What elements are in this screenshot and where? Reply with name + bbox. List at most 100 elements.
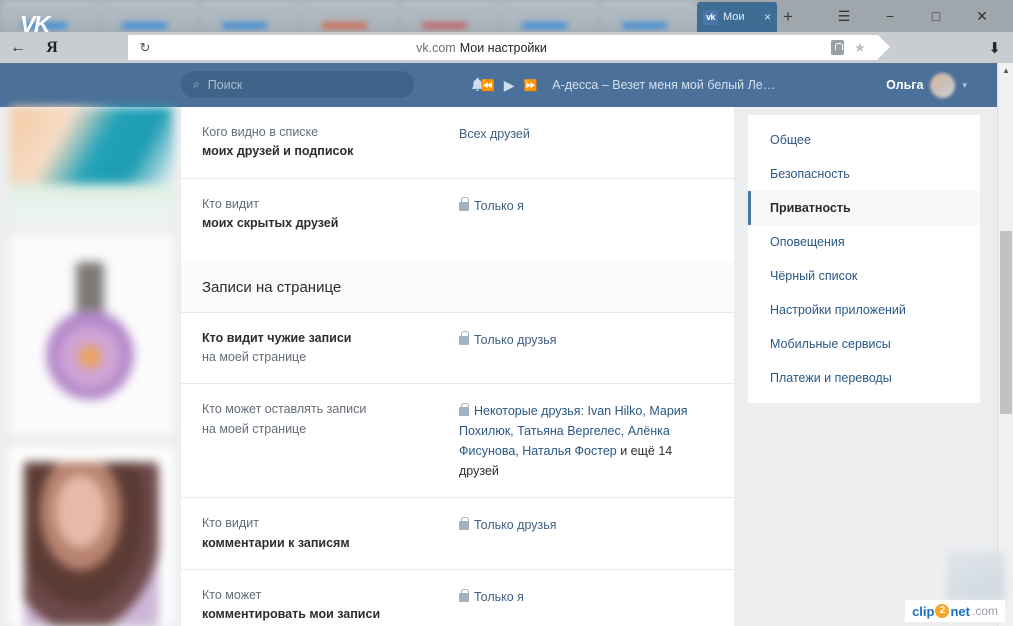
bookmark-star-icon[interactable]: ★ — [854, 40, 870, 56]
setting-value[interactable]: Некоторые друзья: Ivan Hilko, Мария Похи… — [459, 400, 713, 481]
background-tab[interactable] — [400, 0, 500, 32]
blurred-product-image — [40, 262, 140, 402]
player-track-title[interactable]: А-десса – Везет меня мой белый Ле… — [552, 78, 775, 92]
background-tab[interactable] — [300, 0, 400, 32]
setting-row-highlighted[interactable]: Кто может комментировать мои записи Толь… — [181, 570, 734, 626]
vk-search-box[interactable]: ⌕ Поиск — [181, 71, 414, 98]
background-tabs[interactable] — [0, 0, 700, 32]
maximize-icon[interactable]: □ — [913, 0, 959, 32]
address-bar-text: vk.com Мои настройки — [132, 41, 831, 55]
avatar — [930, 72, 956, 98]
privacy-card-top: Кого видно в списке моих друзей и подпис… — [181, 107, 734, 250]
setting-row[interactable]: Кто может оставлять записи на моей стран… — [181, 384, 734, 499]
setting-value[interactable]: Только друзья — [459, 514, 713, 535]
setting-value-text: Только друзья — [474, 518, 557, 533]
sidebar-item-privatnost[interactable]: Приватность — [748, 191, 980, 225]
setting-value[interactable]: Всех друзей — [459, 123, 713, 144]
setting-value[interactable]: Только я — [459, 586, 713, 607]
left-sidebar-blurred — [10, 107, 173, 626]
posts-privacy-card: Записи на странице Кто видит чужие запис… — [181, 261, 734, 626]
vk-audio-player: ⏪ ▶ ⏩ А-десса – Везет меня мой белый Ле… — [481, 63, 775, 107]
browser-url-bar: ← Я ↻ vk.com Мои настройки ★ ⬇ — [0, 32, 1013, 63]
sidebar-item-mobilnye-servisy[interactable]: Мобильные сервисы — [748, 327, 980, 361]
background-tab[interactable] — [100, 0, 200, 32]
blurred-person-photo — [24, 462, 159, 626]
setting-label: Кто видит комментарии к записям — [202, 514, 459, 553]
vk-logo-icon[interactable]: VK — [20, 11, 50, 38]
close-tab-icon[interactable]: × — [764, 11, 771, 23]
sidebar-item-label: Приватность — [770, 201, 851, 215]
lock-icon — [459, 197, 469, 211]
sidebar-item-chernyy-spisok[interactable]: Чёрный список — [748, 259, 980, 293]
setting-value-prefix: Некоторые друзья: — [474, 404, 585, 419]
active-browser-tab[interactable]: vk Мои × — [697, 2, 777, 32]
background-tab[interactable] — [200, 0, 300, 32]
setting-label-line2: моих друзей и подписок — [202, 144, 354, 159]
setting-label: Кто может оставлять записи на моей стран… — [202, 400, 459, 439]
setting-row[interactable]: Кто видит чужие записи на моей странице … — [181, 313, 734, 385]
settings-nav-sidebar: Общее Безопасность Приватность Оповещени… — [748, 115, 980, 403]
close-window-icon[interactable]: ✕ — [959, 0, 1005, 32]
search-placeholder: Поиск — [207, 77, 243, 92]
vk-user-menu[interactable]: Ольга ▾ — [886, 63, 967, 107]
watermark-blurred-backdrop — [947, 552, 1005, 600]
background-tab[interactable] — [500, 0, 600, 32]
window-controls: ☰ − □ ✕ — [821, 0, 1005, 32]
watermark-part-com: .com — [971, 604, 998, 618]
chevron-down-icon[interactable]: ▾ — [962, 80, 967, 91]
background-tab[interactable] — [600, 0, 700, 32]
blurred-image-top — [10, 107, 173, 184]
ssl-lock-icon[interactable] — [831, 40, 844, 55]
clip2net-watermark: clip 2 net .com — [905, 600, 1005, 622]
setting-value[interactable]: Только друзья — [459, 329, 713, 350]
sidebar-item-obshchee[interactable]: Общее — [748, 123, 980, 157]
new-tab-icon[interactable]: + — [783, 8, 793, 25]
setting-label-line1: Кто видит — [202, 516, 259, 531]
back-icon[interactable]: ← — [0, 39, 36, 57]
sidebar-item-nastroyki-prilozheniy[interactable]: Настройки приложений — [748, 293, 980, 327]
scroll-up-arrow-icon[interactable]: ▲ — [998, 63, 1013, 78]
sidebar-item-label: Платежи и переводы — [770, 371, 892, 385]
background-tab[interactable] — [0, 0, 100, 32]
lock-icon — [459, 402, 469, 417]
watermark-part-clip: clip — [912, 603, 935, 619]
page-body: Кого видно в списке моих друзей и подпис… — [0, 107, 1013, 626]
setting-label-line1: Кто может — [202, 588, 262, 602]
setting-label-line2: на моей странице — [202, 349, 307, 364]
setting-row[interactable]: Кто видит комментарии к записям Только д… — [181, 498, 734, 570]
scrollbar-thumb[interactable] — [1000, 231, 1012, 414]
search-icon: ⌕ — [193, 77, 200, 91]
browser-menu-icon[interactable]: ☰ — [821, 0, 867, 32]
sidebar-item-opoveshcheniya[interactable]: Оповещения — [748, 225, 980, 259]
address-bar[interactable]: ↻ vk.com Мои настройки ★ — [128, 35, 890, 60]
page-scrollbar[interactable]: ▲ — [997, 63, 1013, 626]
lock-icon — [459, 588, 469, 602]
setting-label-line2: комментарии к записям — [202, 535, 350, 550]
sidebar-item-platezhi-i-perevody[interactable]: Платежи и переводы — [748, 361, 980, 395]
setting-label-line2: комментировать мои записи — [202, 607, 381, 622]
player-prev-icon[interactable]: ⏪ — [481, 79, 495, 92]
sidebar-item-label: Чёрный список — [770, 269, 858, 283]
setting-label-line1: Кто видит чужие записи — [202, 330, 352, 345]
setting-row[interactable]: Кого видно в списке моих друзей и подпис… — [181, 107, 734, 179]
download-icon[interactable]: ⬇ — [988, 39, 1001, 57]
settings-content: Кого видно в списке моих друзей и подпис… — [181, 107, 734, 626]
setting-label: Кто видит моих скрытых друзей — [202, 195, 459, 234]
player-next-icon[interactable]: ⏩ — [523, 79, 537, 92]
sidebar-item-bezopasnost[interactable]: Безопасность — [748, 157, 980, 191]
setting-label: Кого видно в списке моих друзей и подпис… — [202, 123, 459, 162]
setting-value[interactable]: Только я — [459, 195, 713, 216]
lock-icon — [459, 516, 469, 531]
section-title: Записи на странице — [181, 261, 734, 313]
setting-label-line1: Кого видно в списке — [202, 125, 319, 139]
minimize-icon[interactable]: − — [867, 0, 913, 32]
yandex-logo-icon[interactable]: Я — [36, 39, 68, 57]
setting-label: Кто может комментировать мои записи — [202, 586, 459, 625]
screenshot-root: vk Мои × + ☰ − □ ✕ ← Я ↻ vk.com Мои настр… — [0, 0, 1013, 626]
setting-row[interactable]: Кто видит моих скрытых друзей Только я — [181, 179, 734, 250]
player-play-icon[interactable]: ▶ — [504, 77, 515, 94]
sidebar-item-label: Настройки приложений — [770, 303, 906, 317]
setting-value-text: Только я — [474, 198, 524, 213]
url-host: vk.com — [416, 40, 456, 55]
sidebar-item-label: Безопасность — [770, 167, 850, 181]
